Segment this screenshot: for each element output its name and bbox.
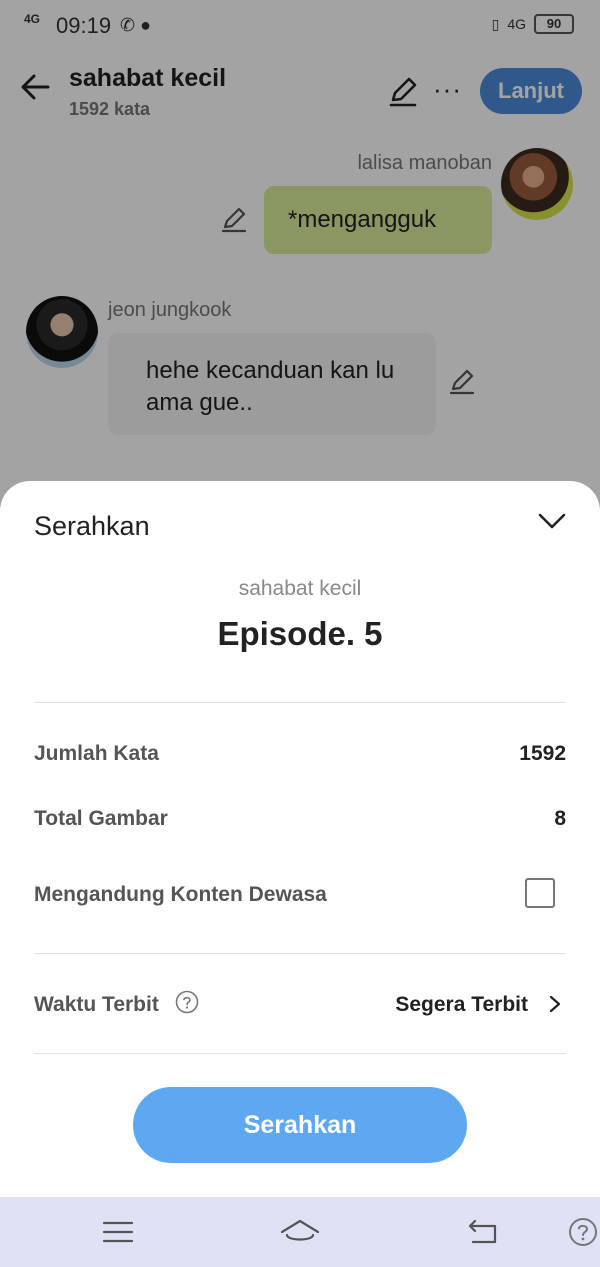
episode-title: Episode. 5 bbox=[217, 615, 383, 652]
divider bbox=[34, 1053, 566, 1054]
publish-time-value[interactable]: Segera Terbit bbox=[395, 993, 528, 1017]
submit-button[interactable]: Serahkan bbox=[133, 1087, 467, 1163]
word-count-label: Jumlah Kata bbox=[34, 742, 159, 765]
divider bbox=[34, 702, 566, 703]
image-count-value: 8 bbox=[554, 807, 566, 830]
chevron-right-icon[interactable] bbox=[548, 995, 562, 1013]
publish-time-label: Waktu Terbit bbox=[34, 993, 159, 1016]
system-nav-bar bbox=[0, 1197, 600, 1267]
adult-content-label: Mengandung Konten Dewasa bbox=[34, 883, 327, 906]
submit-sheet: Serahkan sahabat kecil Episode. 5 Jumlah… bbox=[0, 481, 600, 1197]
home-icon[interactable] bbox=[280, 1217, 320, 1247]
menu-icon[interactable] bbox=[102, 1217, 134, 1247]
back-icon[interactable] bbox=[467, 1217, 499, 1247]
help-icon[interactable] bbox=[568, 1217, 598, 1247]
chevron-down-icon[interactable] bbox=[536, 509, 568, 533]
adult-content-checkbox[interactable] bbox=[525, 878, 555, 908]
sheet-title: Serahkan bbox=[34, 511, 150, 541]
divider bbox=[34, 953, 566, 954]
word-count-value: 1592 bbox=[519, 742, 566, 765]
story-name: sahabat kecil bbox=[238, 577, 362, 600]
help-icon[interactable] bbox=[175, 990, 199, 1014]
image-count-label: Total Gambar bbox=[34, 807, 168, 830]
